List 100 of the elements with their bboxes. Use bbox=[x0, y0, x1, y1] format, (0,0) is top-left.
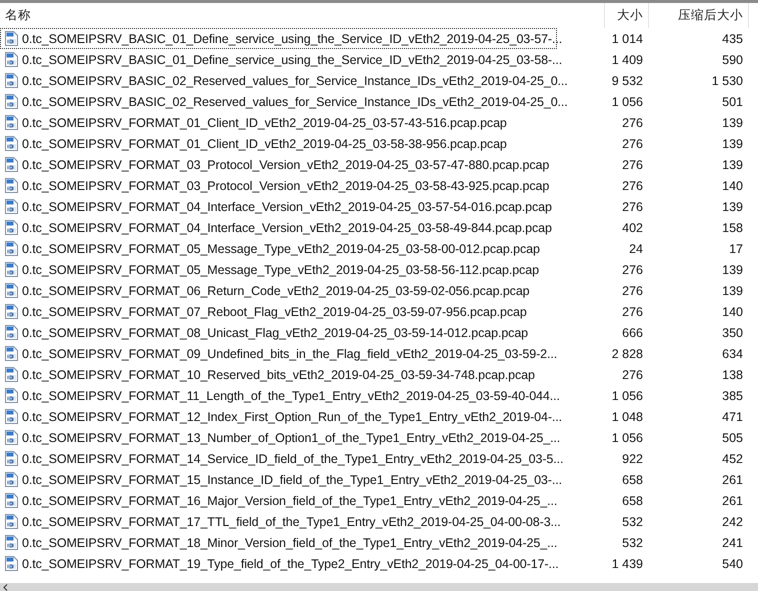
compressed-size-cell-text: 242 bbox=[721, 514, 744, 528]
compressed-size-cell-text: 261 bbox=[721, 494, 744, 508]
file-name: 0.tc_SOMEIPSRV_BASIC_02_Reserved_values_for_Service_Instance_IDs_vEth2_2019-04-25_0... bbox=[22, 74, 568, 88]
size-cell-text: 532 bbox=[621, 514, 644, 528]
binary-file-icon bbox=[5, 493, 18, 508]
file-name-cell[interactable]: 0.tc_SOMEIPSRV_FORMAT_01_Client_ID_vEth2_2019-04-25_03-58-38-956.pcap.pcap bbox=[0, 133, 557, 154]
binary-file-icon bbox=[5, 430, 18, 445]
compressed-size-cell-text: 158 bbox=[721, 220, 744, 234]
file-name-cell[interactable]: 0.tc_SOMEIPSRV_FORMAT_04_Interface_Version_vEth2_2019-04-25_03-58-49-844.pcap.pcap bbox=[0, 217, 557, 238]
file-name-cell[interactable]: 0.tc_SOMEIPSRV_FORMAT_05_Message_Type_vEth2_2019-04-25_03-58-56-112.pcap.pcap bbox=[0, 259, 557, 280]
compressed-size-cell-text: 540 bbox=[721, 556, 744, 570]
file-name: 0.tc_SOMEIPSRV_FORMAT_19_Type_field_of_the_Type2_Entry_vEth2_2019-04-25_04-00-17-... bbox=[22, 556, 559, 570]
size-cell-text: 276 bbox=[621, 116, 644, 130]
file-name: 0.tc_SOMEIPSRV_FORMAT_01_Client_ID_vEth2_2019-04-25_03-57-43-516.pcap.pcap bbox=[22, 116, 507, 130]
compressed-size-cell-text: 139 bbox=[721, 200, 744, 214]
size-cell-text: 922 bbox=[621, 452, 644, 466]
compressed-size-cell-text: 590 bbox=[721, 52, 744, 66]
compressed-size-cell-text: 634 bbox=[721, 346, 744, 360]
binary-file-icon bbox=[5, 262, 18, 277]
size-cell-text: 24 bbox=[628, 242, 644, 256]
file-name: 0.tc_SOMEIPSRV_FORMAT_08_Unicast_Flag_vEth2_2019-04-25_03-59-14-012.pcap.pcap bbox=[22, 326, 528, 340]
file-name-cell[interactable]: 0.tc_SOMEIPSRV_FORMAT_09_Undefined_bits_in_the_Flag_field_vEth2_2019-04-25_03-59-2... bbox=[0, 343, 557, 364]
file-name-cell[interactable]: 0.tc_SOMEIPSRV_FORMAT_10_Reserved_bits_vEth2_2019-04-25_03-59-34-748.pcap.pcap bbox=[0, 364, 557, 385]
horizontal-scrollbar[interactable] bbox=[0, 583, 758, 591]
size-cell-text: 1 409 bbox=[610, 52, 644, 66]
binary-file-icon bbox=[5, 115, 18, 130]
compressed-size-cell-text: 452 bbox=[721, 452, 744, 466]
compressed-size-cell-text: 138 bbox=[721, 368, 744, 382]
file-name-cell[interactable]: 0.tc_SOMEIPSRV_FORMAT_07_Reboot_Flag_vEth2_2019-04-25_03-59-07-956.pcap.pcap bbox=[0, 301, 557, 322]
size-cell-text: 1 056 bbox=[610, 388, 644, 402]
compressed-size-cell-text: 501 bbox=[721, 94, 744, 108]
file-name-cell[interactable]: 0.tc_SOMEIPSRV_FORMAT_08_Unicast_Flag_vEth2_2019-04-25_03-59-14-012.pcap.pcap bbox=[0, 322, 557, 343]
scroll-left-icon[interactable] bbox=[3, 584, 8, 590]
file-name-cell[interactable]: 0.tc_SOMEIPSRV_FORMAT_19_Type_field_of_the_Type2_Entry_vEth2_2019-04-25_04-00-17-... bbox=[0, 553, 557, 574]
file-name-cell[interactable]: 0.tc_SOMEIPSRV_FORMAT_18_Minor_Version_field_of_the_Type1_Entry_vEth2_2019-04-25_... bbox=[0, 532, 557, 553]
file-name-cell[interactable]: 0.tc_SOMEIPSRV_FORMAT_05_Message_Type_vEth2_2019-04-25_03-58-00-012.pcap.pcap bbox=[0, 238, 557, 259]
binary-file-icon bbox=[5, 178, 18, 193]
compressed-size-cell-text: 261 bbox=[721, 472, 744, 486]
size-cell-text: 276 bbox=[621, 304, 644, 318]
file-name: 0.tc_SOMEIPSRV_FORMAT_03_Protocol_Version_vEth2_2019-04-25_03-58-43-925.pcap.pcap bbox=[22, 178, 550, 192]
binary-file-icon bbox=[5, 52, 18, 67]
binary-file-icon bbox=[5, 346, 18, 361]
size-cell-text: 658 bbox=[621, 472, 644, 486]
column-header[interactable]: 大小 bbox=[605, 3, 649, 28]
file-name: 0.tc_SOMEIPSRV_BASIC_02_Reserved_values_for_Service_Instance_IDs_vEth2_2019-04-25_0... bbox=[22, 94, 568, 108]
compressed-size-cell-text: 505 bbox=[721, 430, 744, 444]
binary-file-icon bbox=[5, 451, 18, 466]
file-name: 0.tc_SOMEIPSRV_FORMAT_03_Protocol_Version_vEth2_2019-04-25_03-57-47-880.pcap.pcap bbox=[22, 158, 550, 172]
column-header[interactable]: 压缩后大小 bbox=[649, 3, 749, 28]
size-cell-text: 276 bbox=[621, 178, 644, 192]
size-cell-text: 2 828 bbox=[610, 346, 644, 360]
binary-file-icon bbox=[5, 367, 18, 382]
compressed-size-cell-text: 435 bbox=[721, 32, 744, 46]
size-cell-text: 1 048 bbox=[610, 410, 644, 424]
binary-file-icon bbox=[5, 241, 18, 256]
size-cell-text: 1 014 bbox=[610, 32, 644, 46]
file-name: 0.tc_SOMEIPSRV_BASIC_01_Define_service_using_the_Service_ID_vEth2_2019-04-25_03-58-... bbox=[22, 52, 562, 66]
binary-file-icon bbox=[5, 409, 18, 424]
file-name: 0.tc_SOMEIPSRV_FORMAT_04_Interface_Version_vEth2_2019-04-25_03-57-54-016.pcap.pcap bbox=[22, 200, 552, 214]
file-name: 0.tc_SOMEIPSRV_FORMAT_16_Major_Version_field_of_the_Type1_Entry_vEth2_2019-04-25_... bbox=[22, 494, 558, 508]
file-name: 0.tc_SOMEIPSRV_FORMAT_06_Return_Code_vEth2_2019-04-25_03-59-02-056.pcap.pcap bbox=[22, 284, 530, 298]
binary-file-icon bbox=[5, 94, 18, 109]
compressed-size-cell-text: 139 bbox=[721, 158, 744, 172]
file-name-cell[interactable]: 0.tc_SOMEIPSRV_FORMAT_01_Client_ID_vEth2_2019-04-25_03-57-43-516.pcap.pcap bbox=[0, 112, 557, 133]
file-name-cell[interactable]: 0.tc_SOMEIPSRV_FORMAT_06_Return_Code_vEth2_2019-04-25_03-59-02-056.pcap.pcap bbox=[0, 280, 557, 301]
file-name: 0.tc_SOMEIPSRV_FORMAT_04_Interface_Version_vEth2_2019-04-25_03-58-49-844.pcap.pcap bbox=[22, 220, 552, 234]
file-name-cell[interactable]: 0.tc_SOMEIPSRV_FORMAT_11_Length_of_the_Type1_Entry_vEth2_2019-04-25_03-59-40-044... bbox=[0, 385, 557, 406]
compressed-size-cell-text: 139 bbox=[721, 262, 744, 276]
compressed-size-cell-text: 1 530 bbox=[710, 74, 744, 88]
compressed-size-cell-text: 139 bbox=[721, 136, 744, 150]
compressed-size-cell-text: 17 bbox=[728, 242, 744, 256]
file-name-cell[interactable]: 0.tc_SOMEIPSRV_FORMAT_16_Major_Version_field_of_the_Type1_Entry_vEth2_2019-04-25_... bbox=[0, 490, 557, 511]
file-name-cell[interactable]: 0.tc_SOMEIPSRV_FORMAT_04_Interface_Version_vEth2_2019-04-25_03-57-54-016.pcap.pcap bbox=[0, 196, 557, 217]
file-name: 0.tc_SOMEIPSRV_FORMAT_05_Message_Type_vEth2_2019-04-25_03-58-56-112.pcap.pcap bbox=[22, 262, 539, 276]
binary-file-icon bbox=[5, 388, 18, 403]
file-name: 0.tc_SOMEIPSRV_FORMAT_14_Service_ID_field_of_the_Type1_Entry_vEth2_2019-04-25_03-5... bbox=[22, 452, 564, 466]
compressed-size-cell-text: 140 bbox=[721, 304, 744, 318]
size-cell-text: 1 056 bbox=[610, 430, 644, 444]
file-name: 0.tc_SOMEIPSRV_FORMAT_05_Message_Type_vEth2_2019-04-25_03-58-00-012.pcap.pcap bbox=[22, 242, 540, 256]
file-name-cell[interactable]: 0.tc_SOMEIPSRV_FORMAT_03_Protocol_Version_vEth2_2019-04-25_03-57-47-880.pcap.pcap bbox=[0, 154, 557, 175]
size-cell-text: 276 bbox=[621, 136, 644, 150]
binary-file-icon bbox=[5, 535, 18, 550]
size-cell-text: 666 bbox=[621, 326, 644, 340]
compressed-size-cell-text: 385 bbox=[721, 388, 744, 402]
file-name-cell[interactable]: 0.tc_SOMEIPSRV_FORMAT_03_Protocol_Version_vEth2_2019-04-25_03-58-43-925.pcap.pcap bbox=[0, 175, 557, 196]
binary-file-icon bbox=[5, 220, 18, 235]
binary-file-icon bbox=[5, 304, 18, 319]
column-header[interactable]: 名称 bbox=[0, 3, 605, 28]
binary-file-icon bbox=[5, 31, 18, 46]
compressed-size-cell-text: 139 bbox=[721, 284, 744, 298]
binary-file-icon bbox=[5, 157, 18, 172]
binary-file-icon bbox=[5, 73, 18, 88]
compressed-size-cell-text: 139 bbox=[721, 116, 744, 130]
size-cell-text: 276 bbox=[621, 368, 644, 382]
size-cell-text: 276 bbox=[621, 158, 644, 172]
file-name: 0.tc_SOMEIPSRV_FORMAT_01_Client_ID_vEth2_2019-04-25_03-58-38-956.pcap.pcap bbox=[22, 136, 507, 150]
file-name: 0.tc_SOMEIPSRV_FORMAT_10_Reserved_bits_vEth2_2019-04-25_03-59-34-748.pcap.pcap bbox=[22, 368, 535, 382]
file-name: 0.tc_SOMEIPSRV_FORMAT_11_Length_of_the_Type1_Entry_vEth2_2019-04-25_03-59-40-044... bbox=[22, 388, 560, 402]
file-name: 0.tc_SOMEIPSRV_FORMAT_12_Index_First_Option_Run_of_the_Type1_Entry_vEth2_2019-04-... bbox=[22, 410, 562, 424]
file-name: 0.tc_SOMEIPSRV_FORMAT_18_Minor_Version_field_of_the_Type1_Entry_vEth2_2019-04-25_... bbox=[22, 536, 558, 550]
